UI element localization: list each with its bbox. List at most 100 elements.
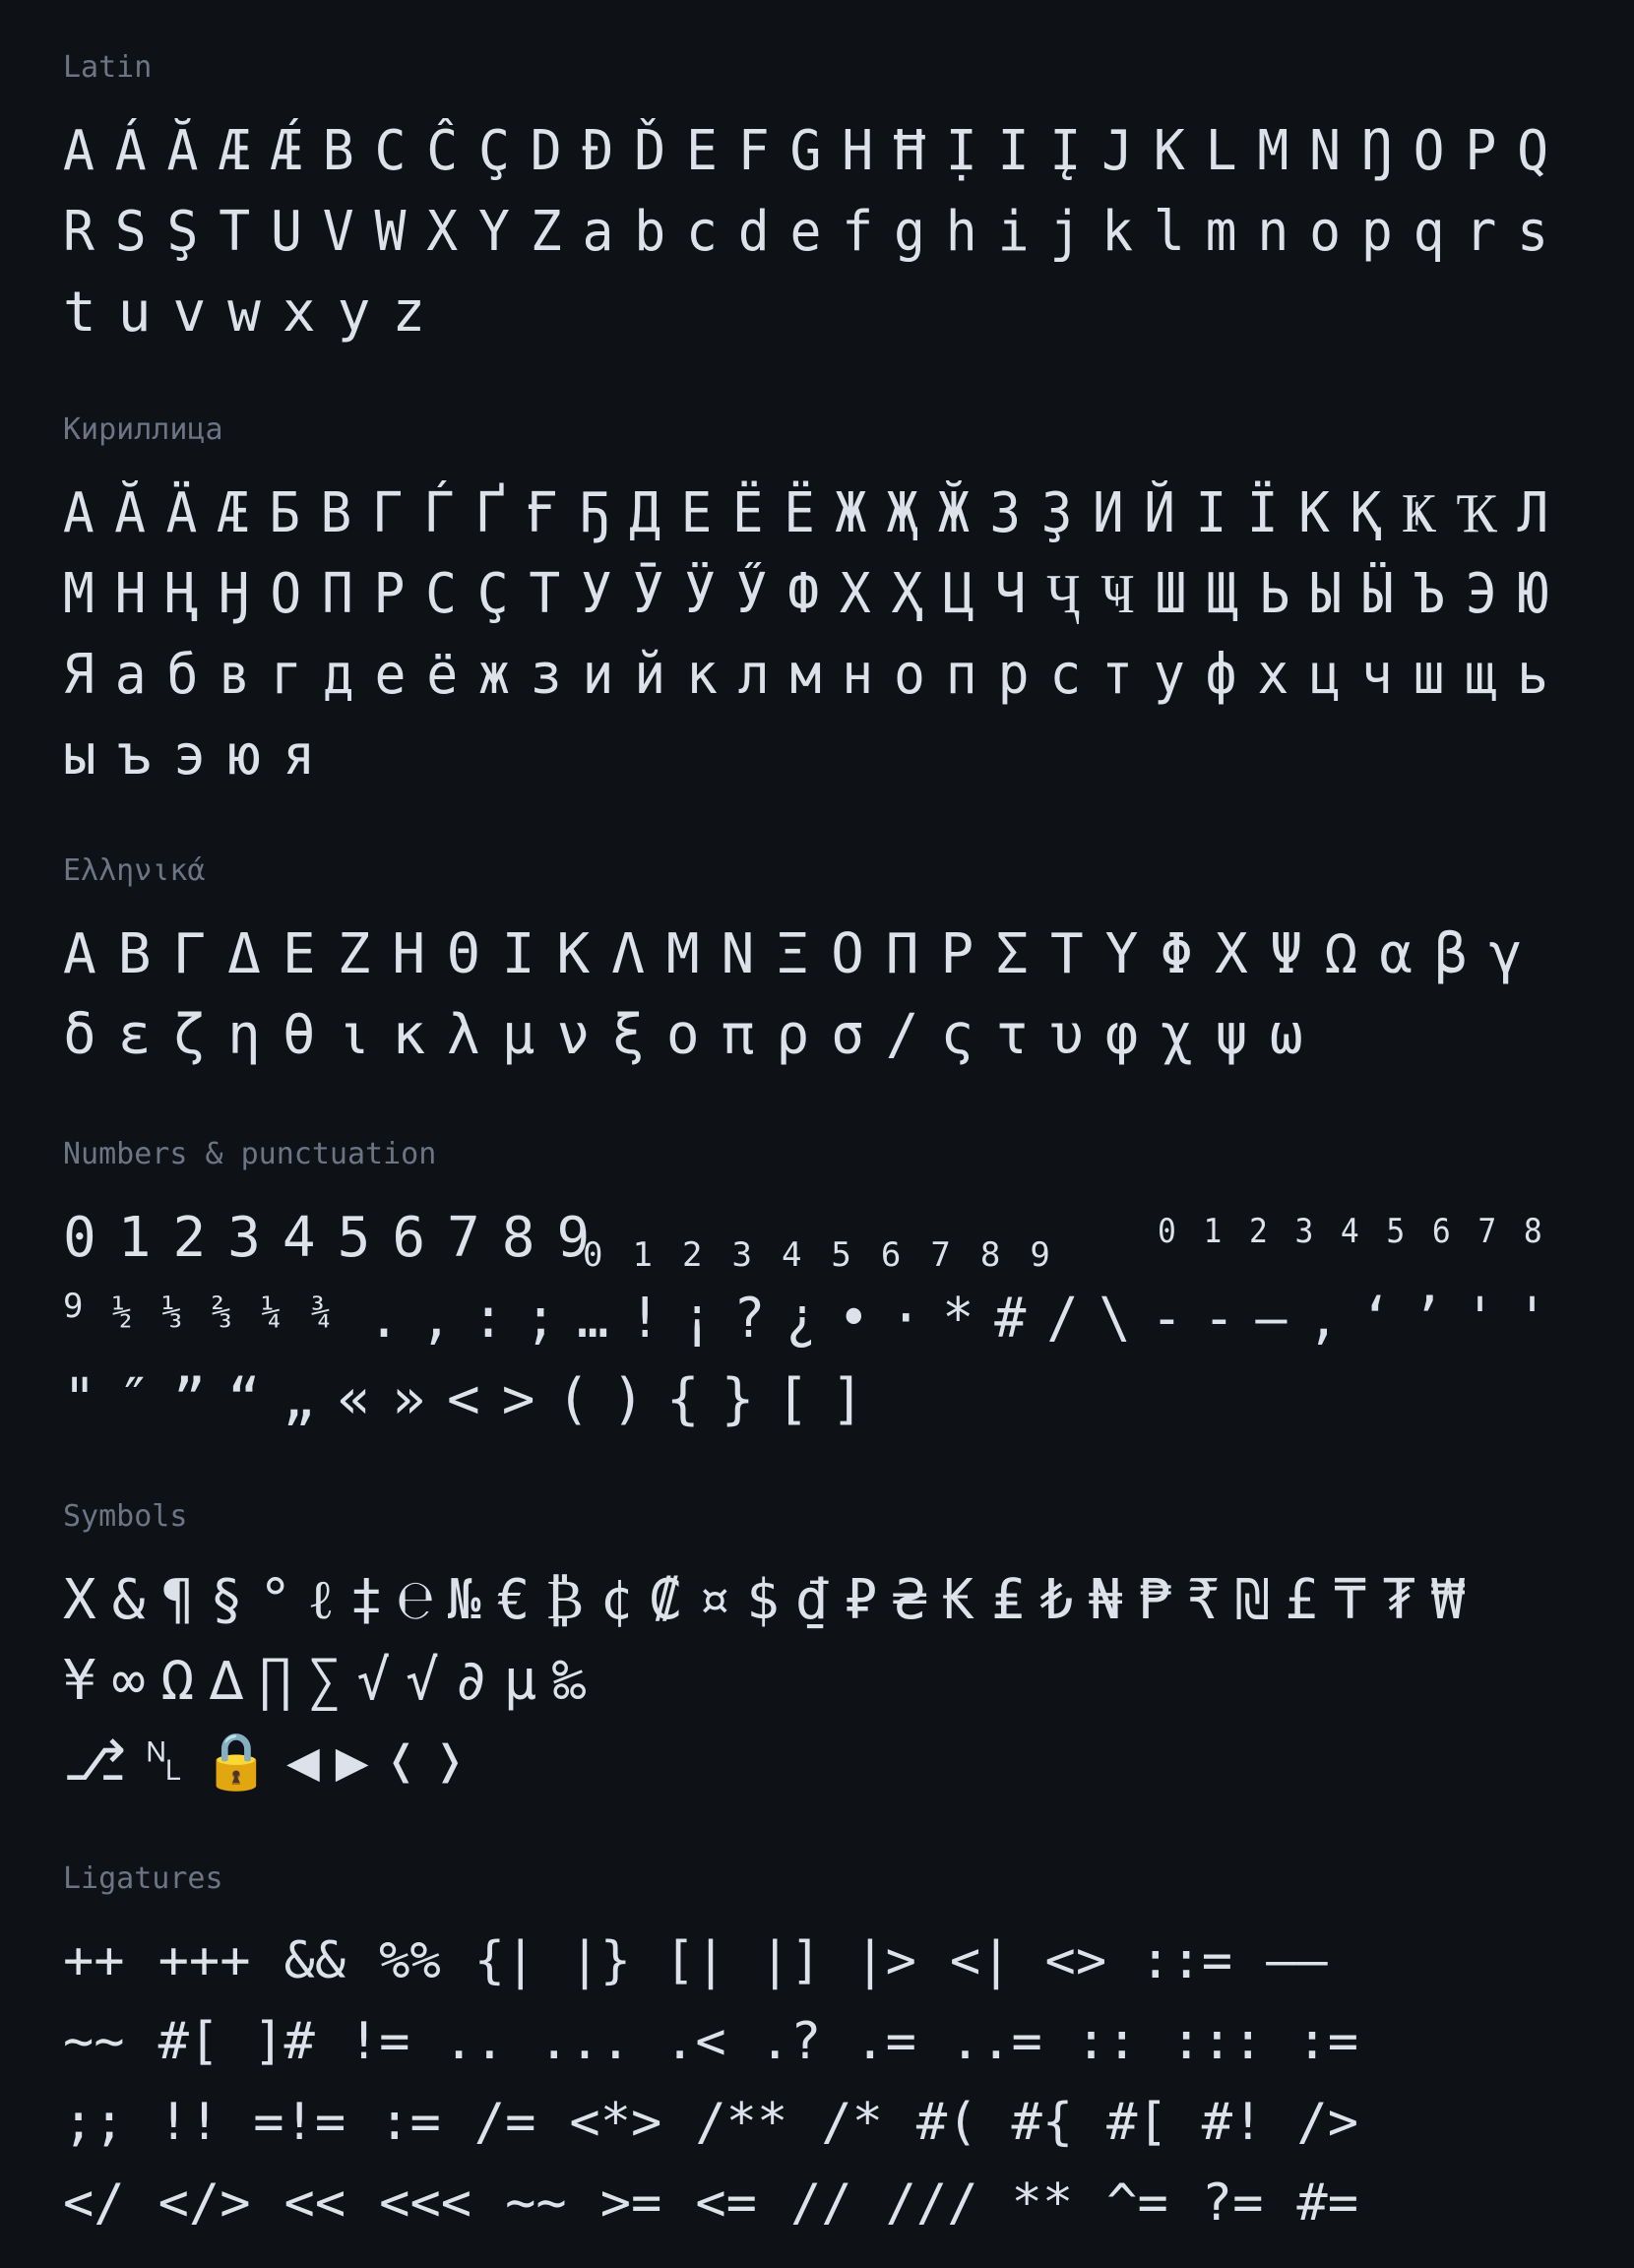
glyph: л <box>737 643 770 707</box>
glyph: Й <box>1144 481 1175 545</box>
glyph: V <box>322 200 354 264</box>
glyph: Ş <box>166 200 199 264</box>
glyph: ₩ <box>1431 1568 1465 1632</box>
section-heading: Symbols <box>63 1499 188 1534</box>
glyph: 9 <box>63 1287 84 1326</box>
glyph: %% <box>379 1931 441 1990</box>
glyph: ε <box>117 1003 152 1067</box>
glyph: Į <box>1049 119 1082 183</box>
glyph: 5 <box>1386 1212 1406 1251</box>
glyph: ς <box>940 1003 974 1067</box>
glyph: Χ <box>1215 922 1248 986</box>
glyph: 5 <box>831 1235 851 1275</box>
glyph: != <box>347 2012 410 2071</box>
glyph: ℓ <box>307 1568 335 1632</box>
glyph: ::: <box>1170 2012 1264 2071</box>
glyph: K <box>1153 119 1185 183</box>
glyph: φ <box>1104 1003 1139 1067</box>
section-heading: Кириллица <box>63 412 223 447</box>
glyph: N <box>1309 119 1342 183</box>
glyph: O <box>1413 119 1445 183</box>
glyph: P <box>1465 119 1497 183</box>
glyph: Ҫ <box>476 562 509 626</box>
glyph: Ď <box>634 119 666 183</box>
glyph: Р <box>373 562 406 626</box>
glyph: & <box>111 1568 146 1632</box>
glyph: … <box>577 1287 609 1351</box>
glyph: ( <box>556 1367 591 1431</box>
glyph: 1 <box>117 1206 152 1270</box>
glyph: ″ <box>117 1367 152 1431</box>
digit-row: 0123456789 <box>63 1211 611 1266</box>
glyph: Ο <box>831 922 864 986</box>
glyph: ν <box>556 1003 591 1067</box>
glyph: ::= <box>1140 1931 1233 1990</box>
glyph: Ι <box>501 922 535 986</box>
glyph: и <box>582 643 614 707</box>
glyph: 0 <box>583 1235 603 1275</box>
glyph: ₫ <box>794 1568 829 1632</box>
glyph: ⅓ <box>161 1292 182 1332</box>
glyph: μ <box>501 1003 535 1067</box>
glyph: 0 <box>1158 1212 1176 1251</box>
glyph: п <box>945 643 977 707</box>
glyph: Σ <box>995 922 1029 986</box>
glyph: ω <box>1269 1003 1303 1067</box>
glyph-row: ыъэюя <box>63 728 338 784</box>
glyph: х <box>1257 643 1289 707</box>
glyph: 5 <box>337 1206 371 1270</box>
glyph: ¼ <box>261 1292 282 1332</box>
glyph: J <box>1101 119 1133 183</box>
glyph: 2 <box>681 1235 703 1275</box>
glyph: { <box>665 1367 700 1431</box>
glyph: ₱ <box>1137 1568 1171 1632</box>
glyph: ⎇ <box>63 1730 127 1794</box>
glyph: » <box>392 1367 426 1431</box>
glyph: Ŋ <box>1360 119 1393 183</box>
glyph: // <box>789 2174 852 2233</box>
cyrillic-section: Кириллица АӐӒӔБВГЃҐҒҔДЕЁЁЖҖӁЗҘИЙІЇКҚҜҠЛ … <box>63 415 1579 789</box>
latin-section: Latin AÁĂÆǼBCĈÇDĐĎEFGHĦỊIĮJKLMNŊOPQ RSŞT… <box>63 53 1579 348</box>
glyph: |> <box>854 1931 916 1990</box>
superscript-digit-row: 012345678 <box>1158 1215 1569 1248</box>
glyph: н <box>842 643 874 707</box>
glyph: з <box>530 643 562 707</box>
glyph: Λ <box>611 922 645 986</box>
glyph: № <box>447 1568 481 1632</box>
glyph: І <box>1195 481 1227 545</box>
glyph: <= <box>695 2174 757 2233</box>
glyph: Ị <box>945 119 977 183</box>
glyph: £ <box>1285 1568 1318 1632</box>
glyph: У <box>580 562 612 626</box>
glyph: Җ <box>886 481 918 545</box>
glyph: π <box>721 1003 755 1067</box>
glyph: 1 <box>632 1235 653 1275</box>
glyph: Ӂ <box>938 481 970 545</box>
glyph: Ĉ <box>426 119 459 183</box>
glyph: ° <box>258 1568 292 1632</box>
glyph: ξ <box>611 1003 645 1067</box>
glyph: Ρ <box>940 922 974 986</box>
glyph: ‘ <box>1359 1287 1392 1351</box>
glyph: ы <box>63 724 96 788</box>
glyph: Қ <box>1350 481 1382 545</box>
glyph: ₴ <box>893 1568 927 1632</box>
punctuation-row: " ″” “„ «» < >(){}[] <box>63 1372 886 1427</box>
glyph: #= <box>1296 2174 1359 2233</box>
glyph: #( <box>915 2093 978 2152</box>
glyph: Ε <box>282 922 316 986</box>
glyph: Y <box>478 200 510 264</box>
glyph: с <box>1049 643 1082 707</box>
glyph: x <box>282 281 316 345</box>
glyph: δ <box>63 1003 96 1067</box>
glyph-row: ΑΒΓΔΕΖΗΘΙΚΛΜΝΞΟΠΡΣΤΥΦΧΨΩαβγ <box>63 927 1543 982</box>
glyph: б <box>166 643 199 707</box>
glyph: Ҳ <box>891 562 923 626</box>
glyph: П <box>321 562 353 626</box>
section-heading: Ελληνικά <box>63 853 206 888</box>
glyph: µ <box>503 1649 537 1713</box>
glyph: l <box>1153 200 1185 264</box>
glyph: } <box>721 1367 755 1431</box>
glyph: ++ <box>63 1931 125 1990</box>
glyph: >= <box>599 2174 662 2233</box>
